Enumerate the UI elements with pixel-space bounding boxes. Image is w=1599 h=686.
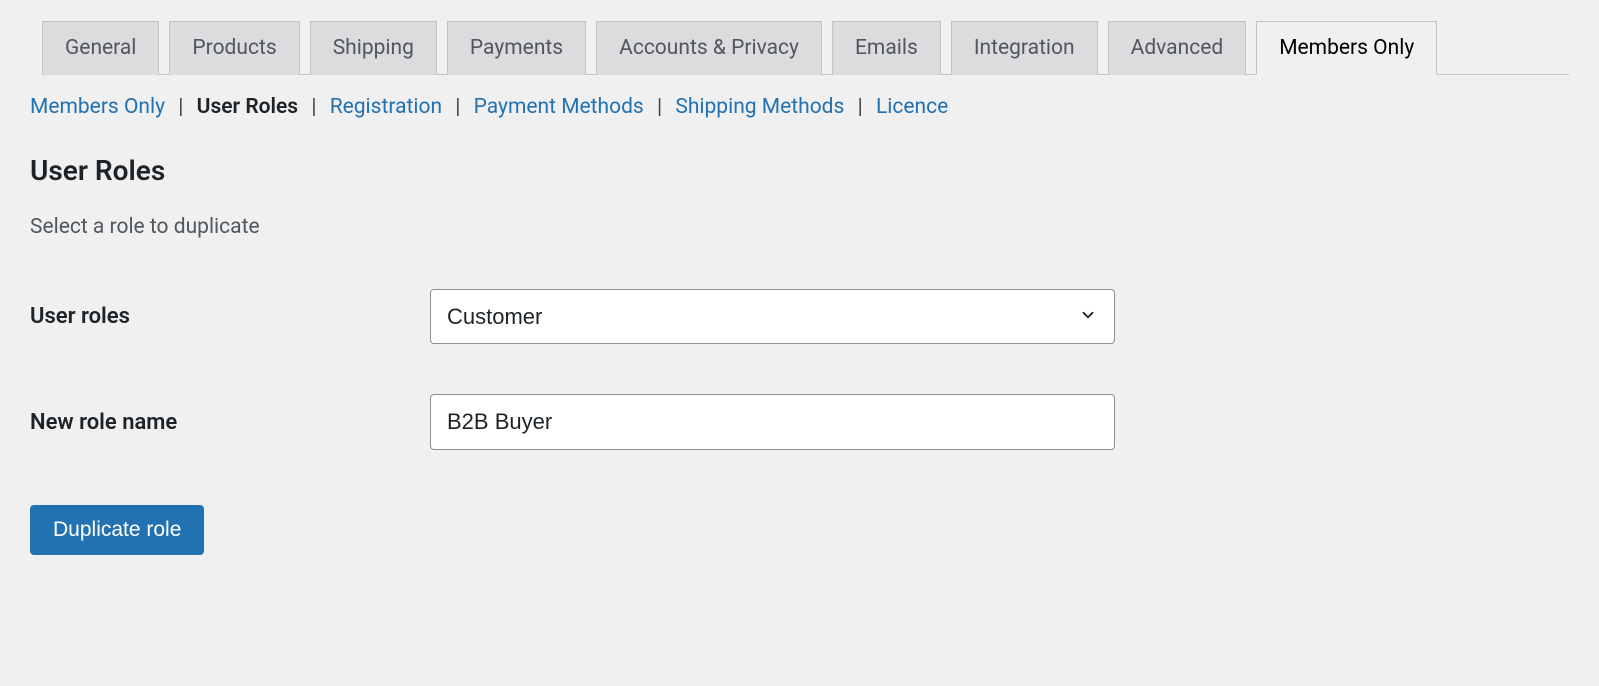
- new-role-input[interactable]: [430, 394, 1115, 450]
- user-roles-row: User roles Customer: [30, 289, 1569, 344]
- subnav: Members Only | User Roles | Registration…: [30, 75, 1569, 119]
- tab-advanced[interactable]: Advanced: [1108, 21, 1247, 75]
- tab-emails[interactable]: Emails: [832, 21, 941, 75]
- tab-payments[interactable]: Payments: [447, 21, 586, 75]
- page-description: Select a role to duplicate: [30, 215, 1569, 239]
- user-roles-select-wrapper: Customer: [430, 289, 1115, 344]
- user-roles-label: User roles: [30, 304, 430, 329]
- form-table: User roles Customer New role name: [30, 289, 1569, 450]
- tab-members-only[interactable]: Members Only: [1256, 21, 1437, 75]
- tabs-nav: General Products Shipping Payments Accou…: [42, 0, 1569, 75]
- page-title: User Roles: [30, 154, 1569, 187]
- tab-general[interactable]: General: [42, 21, 159, 75]
- subnav-registration[interactable]: Registration: [330, 95, 442, 119]
- submit-area: Duplicate role: [30, 505, 1569, 555]
- user-roles-select[interactable]: Customer: [430, 289, 1115, 344]
- subnav-separator: |: [311, 95, 316, 119]
- subnav-payment-methods[interactable]: Payment Methods: [474, 95, 644, 119]
- duplicate-role-button[interactable]: Duplicate role: [30, 505, 204, 555]
- new-role-label: New role name: [30, 410, 430, 435]
- subnav-user-roles[interactable]: User Roles: [197, 95, 298, 119]
- subnav-separator: |: [455, 95, 460, 119]
- subnav-licence[interactable]: Licence: [876, 95, 948, 119]
- new-role-row: New role name: [30, 394, 1569, 450]
- tab-integration[interactable]: Integration: [951, 21, 1098, 75]
- subnav-separator: |: [858, 95, 863, 119]
- subnav-shipping-methods[interactable]: Shipping Methods: [675, 95, 844, 119]
- tab-accounts-privacy[interactable]: Accounts & Privacy: [596, 21, 822, 75]
- subnav-separator: |: [657, 95, 662, 119]
- tab-shipping[interactable]: Shipping: [310, 21, 437, 75]
- tab-products[interactable]: Products: [169, 21, 299, 75]
- subnav-separator: |: [178, 95, 183, 119]
- subnav-members-only[interactable]: Members Only: [30, 95, 165, 119]
